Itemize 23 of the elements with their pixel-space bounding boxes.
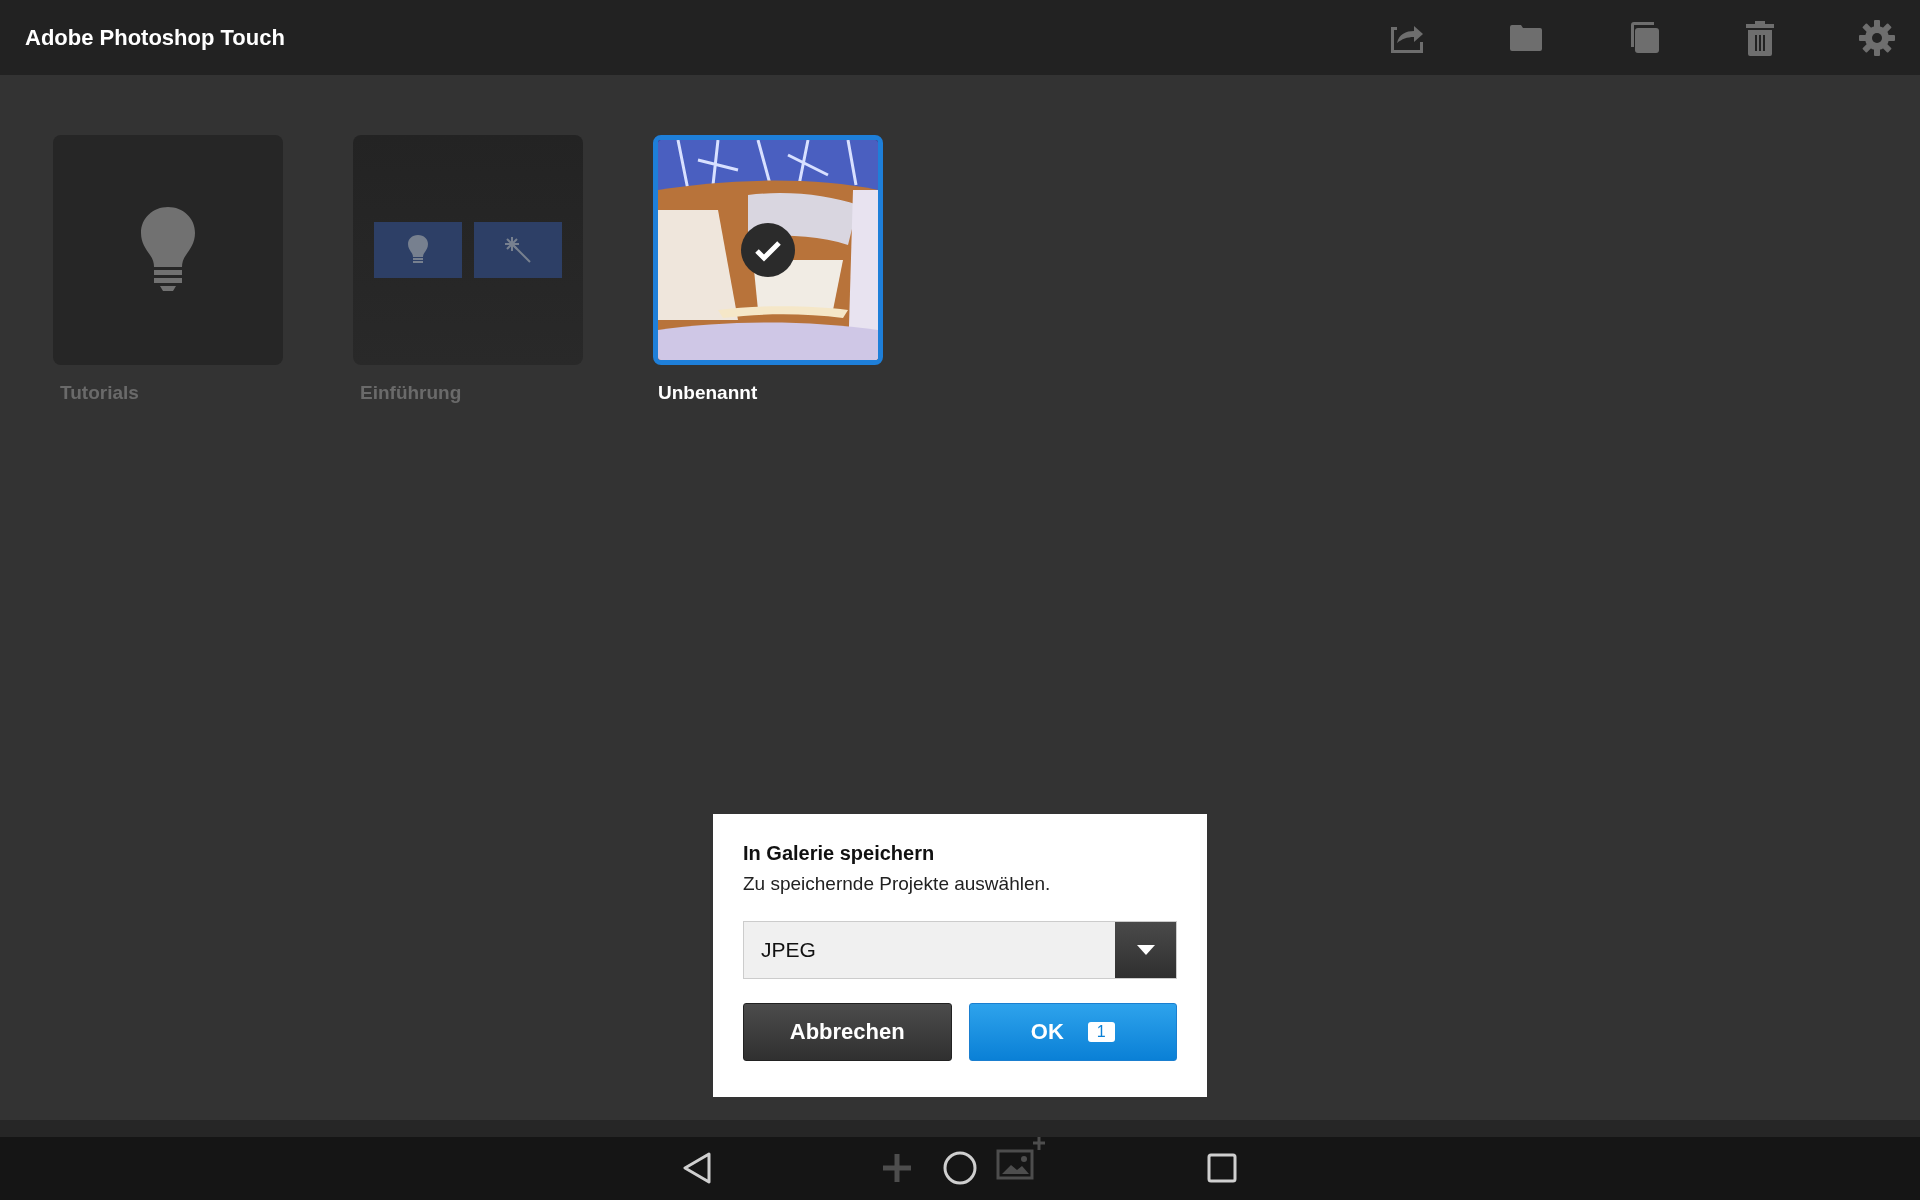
- count-badge: 1: [1087, 1022, 1115, 1042]
- recents-icon[interactable]: [1207, 1153, 1237, 1183]
- folder-icon[interactable]: [1509, 23, 1543, 52]
- magic-wand-icon: [503, 235, 533, 265]
- home-icon[interactable]: [943, 1151, 977, 1185]
- cancel-button[interactable]: Abbrechen: [743, 1003, 952, 1061]
- add-image-icon[interactable]: [996, 1137, 1046, 1183]
- back-icon[interactable]: [682, 1152, 712, 1184]
- app-title: Adobe Photoshop Touch: [25, 24, 285, 51]
- lightbulb-icon: [141, 207, 195, 293]
- dialog-message: Zu speichernde Projekte auswählen.: [743, 873, 1052, 895]
- settings-icon[interactable]: [1859, 19, 1895, 56]
- plus-icon[interactable]: [883, 1154, 911, 1182]
- checkmark-icon: [741, 223, 795, 277]
- project-name: Unbenannt: [658, 382, 759, 404]
- format-dropdown[interactable]: JPEG: [743, 921, 1177, 979]
- trash-icon[interactable]: [1745, 19, 1775, 56]
- project-thumbnail[interactable]: [53, 135, 283, 365]
- lightbulb-icon: [408, 235, 428, 265]
- dialog-title: In Galerie speichern: [743, 842, 936, 865]
- ok-button[interactable]: OK 1: [968, 1003, 1177, 1061]
- project-thumbnail[interactable]: [353, 135, 583, 365]
- caret-icon: [1136, 945, 1155, 955]
